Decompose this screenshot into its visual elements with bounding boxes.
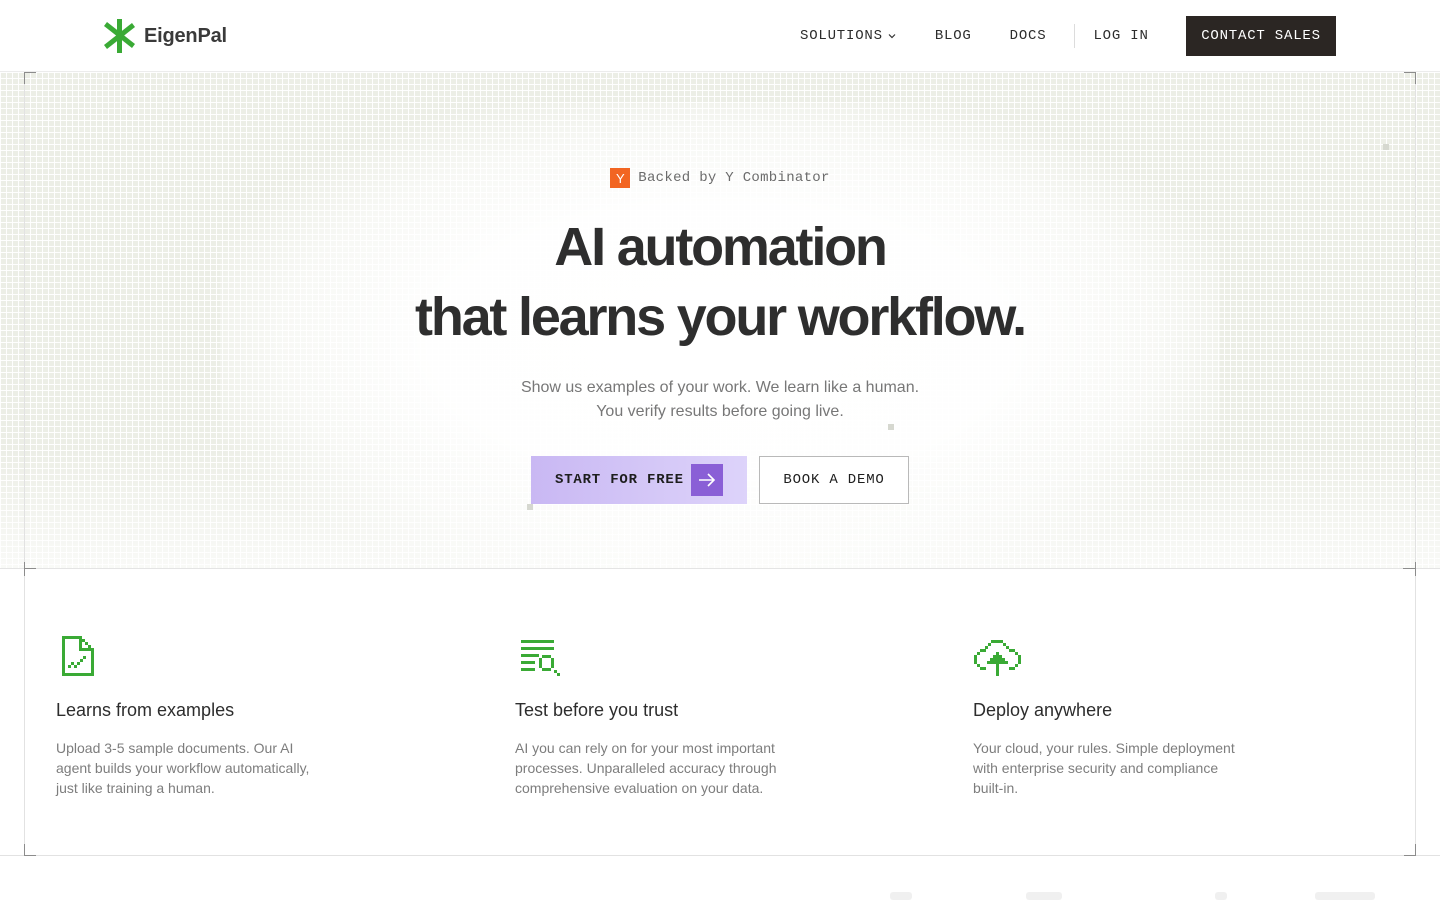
hero-headline-line1: AI automation: [554, 217, 888, 277]
asterisk-logo-icon: [104, 19, 135, 53]
feature-description: AI you can rely on for your most importa…: [515, 740, 777, 796]
frame-line-left: [24, 72, 25, 856]
brand-name: EigenPal: [144, 24, 227, 47]
partner-logo: [1315, 892, 1375, 900]
corner-mark: [24, 844, 36, 856]
corner-mark: [24, 72, 36, 84]
frame-line-right: [1415, 72, 1416, 856]
feature-description: Your cloud, your rules. Simple deploymen…: [973, 740, 1235, 796]
list-search-icon: [521, 640, 560, 676]
hero-headline-line2: that learns your workflow.: [415, 287, 1027, 347]
top-navigation: EigenPal SOLUTIONS BLOG DOCS LOG IN CONT…: [0, 0, 1440, 72]
hero-section: Y Backed by Y Combinator AI automation t…: [0, 72, 1440, 569]
feature-deploy-anywhere: Deploy anywhere Your cloud, your rules. …: [973, 634, 1273, 798]
feature-description: Upload 3-5 sample documents. Our AI agen…: [56, 740, 310, 796]
partner-logos-strip: [880, 892, 1380, 900]
contact-sales-button[interactable]: CONTACT SALES: [1186, 16, 1336, 56]
yc-badge-text: Backed by Y Combinator: [638, 170, 830, 186]
feature-learns-from-examples: Learns from examples Upload 3-5 sample d…: [56, 634, 356, 798]
start-for-free-button[interactable]: START FOR FREE: [531, 456, 747, 504]
arrow-right-icon: [691, 464, 723, 496]
partner-logo: [1026, 892, 1062, 900]
hero-subtitle-line2: You verify results before going live.: [596, 403, 844, 420]
feature-title: Learns from examples: [56, 700, 235, 720]
decor-pixel: [1383, 144, 1389, 150]
decor-pixel: [888, 424, 894, 430]
feature-title: Test before you trust: [515, 700, 679, 720]
yc-badge[interactable]: Y Backed by Y Combinator: [0, 168, 1440, 188]
chevron-down-icon: [888, 34, 896, 39]
nav-links: SOLUTIONS BLOG DOCS LOG IN: [790, 16, 1159, 56]
hero-subtitle-line1: Show us examples of your work. We learn …: [520, 379, 920, 396]
cloud-upload-icon: [974, 640, 1021, 676]
document-chart-icon: [62, 636, 94, 676]
start-for-free-label: START FOR FREE: [555, 472, 684, 488]
nav-link-docs[interactable]: DOCS: [1000, 16, 1057, 56]
partner-logo: [1215, 892, 1227, 900]
partner-logo: [890, 892, 912, 900]
book-demo-button[interactable]: BOOK A DEMO: [759, 456, 909, 504]
nav-link-solutions[interactable]: SOLUTIONS: [790, 16, 907, 56]
cross-mark: [24, 562, 36, 576]
decor-pixel: [527, 504, 533, 510]
feature-test-before-you-trust: Test before you trust AI you can rely on…: [515, 634, 815, 798]
nav-link-solutions-label: SOLUTIONS: [800, 28, 883, 44]
frame-line-bottom: [0, 855, 1440, 856]
nav-link-blog[interactable]: BLOG: [925, 16, 982, 56]
corner-mark: [1404, 72, 1416, 84]
feature-title: Deploy anywhere: [973, 700, 1113, 720]
cross-mark: [1403, 562, 1416, 576]
login-link[interactable]: LOG IN: [1083, 16, 1158, 56]
corner-mark: [1404, 844, 1416, 856]
y-combinator-icon: Y: [610, 168, 631, 188]
nav-divider: [1074, 24, 1076, 48]
brand-logo[interactable]: EigenPal: [103, 19, 227, 53]
